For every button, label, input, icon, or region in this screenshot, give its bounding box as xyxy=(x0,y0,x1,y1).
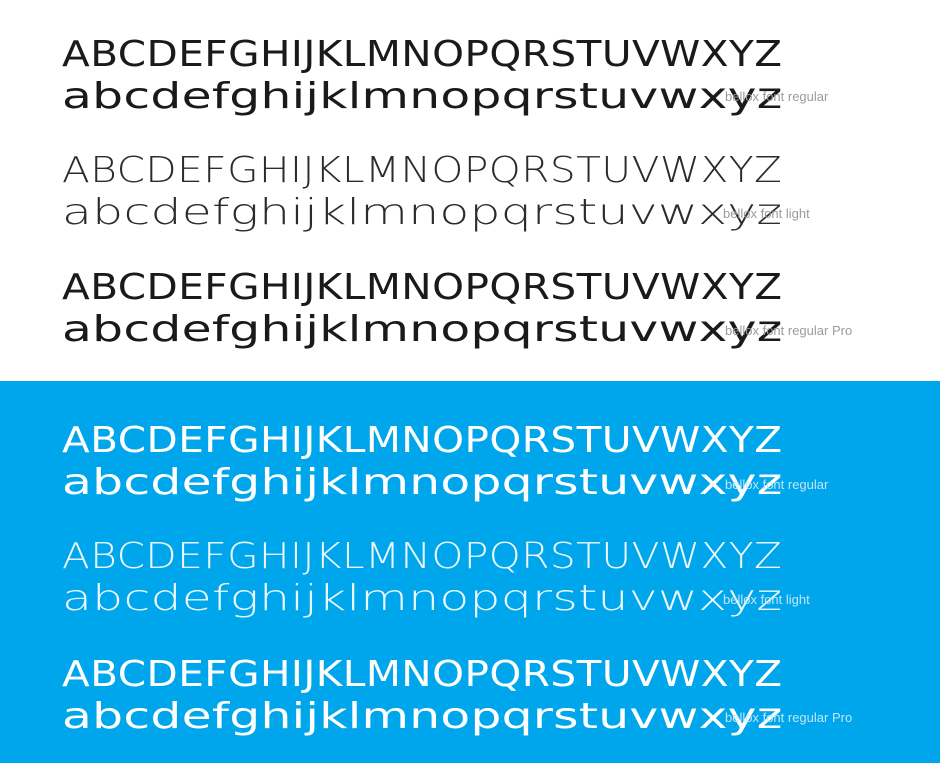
specimen-caption: bellox font light xyxy=(723,592,810,607)
uppercase-alphabet: ABCDEFGHIJKLMNOPQRSTUVWXYZ xyxy=(62,420,783,461)
uppercase-alphabet: ABCDEFGHIJKLMNOPQRSTUVWXYZ xyxy=(62,267,783,308)
specimen-caption: bellox font regular Pro xyxy=(725,323,853,338)
uppercase-alphabet: ABCDEFGHIJKLMNOPQRSTUVWXYZ xyxy=(62,150,783,191)
uppercase-alphabet: ABCDEFGHIJKLMNOPQRSTUVWXYZ xyxy=(62,654,783,695)
lowercase-alphabet: abcdefghijklmnopqrstuvwxyz xyxy=(62,309,783,350)
specimen-caption: bellox font regular Pro xyxy=(725,710,853,725)
lowercase-alphabet: abcdefghijklmnopqrstuvwxyz xyxy=(62,192,783,233)
blue-specimen-panel: ABCDEFGHIJKLMNOPQRSTUVWXYZ abcdefghijklm… xyxy=(0,381,940,763)
specimen-caption: bellox font regular xyxy=(725,477,829,492)
lowercase-alphabet: abcdefghijklmnopqrstuvwxyz xyxy=(62,76,783,117)
uppercase-alphabet: ABCDEFGHIJKLMNOPQRSTUVWXYZ xyxy=(62,536,783,577)
specimen-caption: bellox font regular xyxy=(725,89,829,104)
lowercase-alphabet: abcdefghijklmnopqrstuvwxyz xyxy=(62,578,783,619)
lowercase-alphabet: abcdefghijklmnopqrstuvwxyz xyxy=(62,462,783,503)
lowercase-alphabet: abcdefghijklmnopqrstuvwxyz xyxy=(62,696,783,737)
white-specimen-panel: ABCDEFGHIJKLMNOPQRSTUVWXYZ abcdefghijklm… xyxy=(0,0,940,381)
uppercase-alphabet: ABCDEFGHIJKLMNOPQRSTUVWXYZ xyxy=(62,34,783,75)
specimen-caption: bellox font light xyxy=(723,206,810,221)
